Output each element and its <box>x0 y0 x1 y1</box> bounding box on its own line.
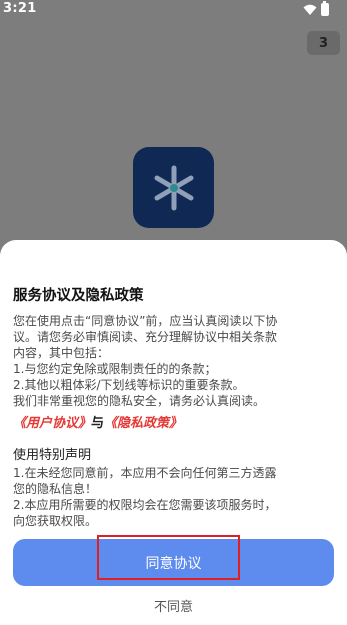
intro-line: 1.与您约定免除或限制责任的的条款； <box>13 362 217 376</box>
user-agreement-link[interactable]: 《用户协议》 <box>13 416 91 431</box>
highlight-box <box>97 535 240 580</box>
counter-badge[interactable]: 3 <box>307 31 340 55</box>
app-logo-icon <box>133 147 214 228</box>
status-time: 3:21 <box>3 1 37 16</box>
battery-icon <box>321 1 329 16</box>
privacy-policy-link[interactable]: 《隐私政策》 <box>104 416 182 431</box>
intro-line: 内容，其中包括： <box>13 346 110 360</box>
status-bar: 3:21 <box>0 0 347 20</box>
policy-links: 《用户协议》与《隐私政策》 <box>13 412 182 431</box>
asterisk-logo-icon <box>154 165 193 210</box>
intro-line: 议。请您务必审慎阅读、充分理解协议中相关条款 <box>13 330 278 344</box>
notice-text: 1.在未经您同意前，本应用不会向任何第三方透露 您的隐私信息！ 2.本应用所需要… <box>13 465 335 529</box>
notice-title: 使用特别声明 <box>13 448 92 463</box>
status-icons <box>303 1 329 16</box>
intro-line: 您在使用点击“同意协议”前，应当认真阅读以下协 <box>13 314 278 328</box>
notice-line: 2.本应用所需要的权限均会在您需要该项服务时， <box>13 498 277 512</box>
agreement-dialog: 服务协议及隐私政策 您在使用点击“同意协议”前，应当认真阅读以下协 议。请您务必… <box>0 240 347 625</box>
disagree-button[interactable]: 不同意 <box>0 596 347 615</box>
notice-line: 向您获取权限。 <box>13 514 98 528</box>
intro-text: 您在使用点击“同意协议”前，应当认真阅读以下协 议。请您务必审慎阅读、充分理解协… <box>13 313 335 409</box>
notice-line: 1.在未经您同意前，本应用不会向任何第三方透露 <box>13 466 277 480</box>
dialog-title: 服务协议及隐私政策 <box>13 288 144 304</box>
wifi-icon <box>303 4 317 15</box>
notice-line: 您的隐私信息！ <box>13 482 98 496</box>
intro-line: 2.其他以粗体彩/下划线等标识的重要条款。 <box>13 378 245 392</box>
links-connector: 与 <box>91 416 105 431</box>
intro-line: 我们非常重视您的隐私安全，请务必认真阅读。 <box>13 394 266 408</box>
